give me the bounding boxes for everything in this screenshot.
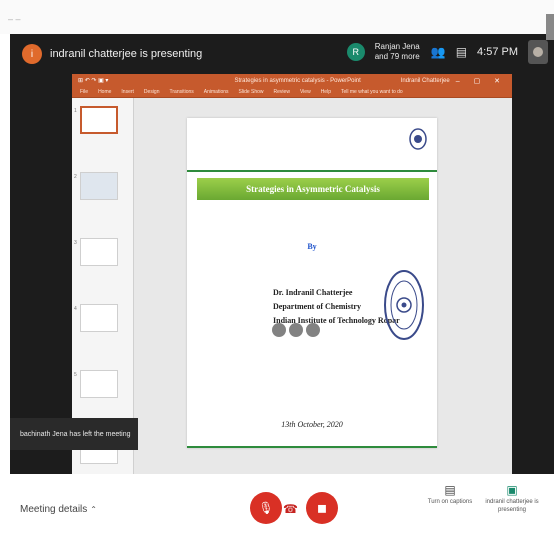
left-meeting-toast: bachinath Jena has left the meeting [10, 418, 138, 450]
self-view-thumbnail[interactable] [528, 40, 548, 64]
thumb-number: 2 [74, 174, 77, 180]
slide-thumbnail[interactable] [80, 304, 118, 332]
captions-label: Turn on captions [427, 499, 473, 505]
author-name: Dr. Indranil Chatterjee [273, 288, 353, 297]
bottom-bar: Meeting details ⌃ 🎙 ☎ ◼ ▤ Turn on caption… [0, 474, 554, 547]
meeting-details-button[interactable]: Meeting details ⌃ [20, 504, 97, 515]
slide-top-rule [187, 170, 437, 172]
powerpoint-window: ⊞ ↶ ↷ ▣ ▾ Strategies in asymmetric catal… [72, 74, 512, 504]
meet-stage: i indranil chatterjee is presenting R Ra… [10, 34, 554, 504]
account-name[interactable]: Indranil Chatterjee [401, 78, 450, 84]
top-right-controls: R Ranjan Jena and 79 more 👥 ▤ 4:57 PM [346, 40, 548, 64]
slide-thumbnail[interactable] [80, 370, 118, 398]
quick-access-toolbar[interactable]: ⊞ ↶ ↷ ▣ ▾ [78, 77, 108, 84]
slide-thumbnail[interactable] [80, 238, 118, 266]
self-avatar [533, 47, 543, 57]
author-department: Department of Chemistry [273, 302, 361, 311]
right-edge-tab [546, 14, 554, 40]
present-screen-icon: ▣ [506, 483, 518, 497]
thumb-number: 4 [74, 306, 77, 312]
participants-summary: Ranjan Jena and 79 more [374, 42, 420, 61]
slide-date: 13th October, 2020 [281, 420, 343, 429]
thumb-number: 3 [74, 240, 77, 246]
presenter-bar: i indranil chatterjee is presenting R Ra… [10, 34, 554, 74]
current-slide: Strategies in Asymmetric Catalysis By Dr… [187, 118, 437, 448]
window-buttons[interactable]: – ▢ ✕ [456, 77, 506, 85]
captions-button[interactable]: ▤ Turn on captions [420, 483, 480, 506]
chevron-up-icon: ⌃ [90, 505, 97, 514]
mic-toggle-button[interactable]: 🎙 [250, 492, 282, 524]
hang-up-icon[interactable]: ☎ [283, 502, 298, 516]
presenter-overlay-controls [272, 323, 320, 337]
institute-logo-small [409, 128, 427, 150]
overlay-mic-icon[interactable] [272, 323, 286, 337]
people-icon[interactable]: 👥 [431, 45, 446, 59]
participant-avatar: R [346, 43, 365, 61]
slide-author-block: Dr. Indranil Chatterjee Department of Ch… [273, 286, 400, 328]
ribbon-tabs: File Home Insert Design Transitions Anim… [72, 87, 512, 98]
ppt-body: 1 2 3 4 5 6 Strategies in Asymmetr [72, 98, 512, 504]
meeting-details-label: Meeting details [20, 504, 88, 515]
presenting-button[interactable]: ▣ indranil chatterjee is presenting [482, 483, 542, 514]
ribbon-tab-review[interactable]: Review [274, 89, 290, 95]
camera-off-icon: ◼ [317, 501, 327, 515]
thumb-number: 1 [74, 108, 77, 114]
ppt-title-bar: ⊞ ↶ ↷ ▣ ▾ Strategies in asymmetric catal… [72, 74, 512, 87]
thumb-number: 5 [74, 372, 77, 378]
tell-me-search[interactable]: Tell me what you want to do [341, 89, 403, 95]
captions-icon: ▤ [444, 483, 456, 497]
slide-thumbnail[interactable] [80, 172, 118, 200]
ribbon-tab-file[interactable]: File [80, 89, 88, 95]
presenter-avatar: i [22, 44, 42, 64]
camera-toggle-button[interactable]: ◼ [306, 492, 338, 524]
slide-title-banner: Strategies in Asymmetric Catalysis [197, 178, 429, 200]
browser-top-strip: – – [0, 0, 554, 34]
document-title: Strategies in asymmetric catalysis - Pow… [234, 77, 361, 84]
ribbon-tab-transitions[interactable]: Transitions [170, 89, 194, 95]
ribbon-tab-animations[interactable]: Animations [204, 89, 229, 95]
presenting-tile-label: indranil chatterjee is presenting [485, 499, 539, 513]
ribbon-tab-design[interactable]: Design [144, 89, 160, 95]
overlay-end-icon[interactable] [289, 323, 303, 337]
mic-off-icon: 🎙 [258, 501, 274, 515]
clock: 4:57 PM [477, 46, 518, 58]
ribbon-tab-insert[interactable]: Insert [121, 89, 134, 95]
slide-thumbnail[interactable] [80, 106, 118, 134]
presenting-label: indranil chatterjee is presenting [50, 48, 203, 60]
ribbon-tab-slideshow[interactable]: Slide Show [239, 89, 264, 95]
top-dash: – – [8, 14, 21, 24]
ribbon-tab-home[interactable]: Home [98, 89, 111, 95]
slide-bottom-rule [187, 446, 437, 448]
overlay-camera-icon[interactable] [306, 323, 320, 337]
institute-crest [384, 270, 424, 340]
slide-by-label: By [307, 242, 317, 251]
ribbon-tab-help[interactable]: Help [321, 89, 331, 95]
ribbon-tab-view[interactable]: View [300, 89, 311, 95]
chat-icon[interactable]: ▤ [456, 45, 467, 59]
